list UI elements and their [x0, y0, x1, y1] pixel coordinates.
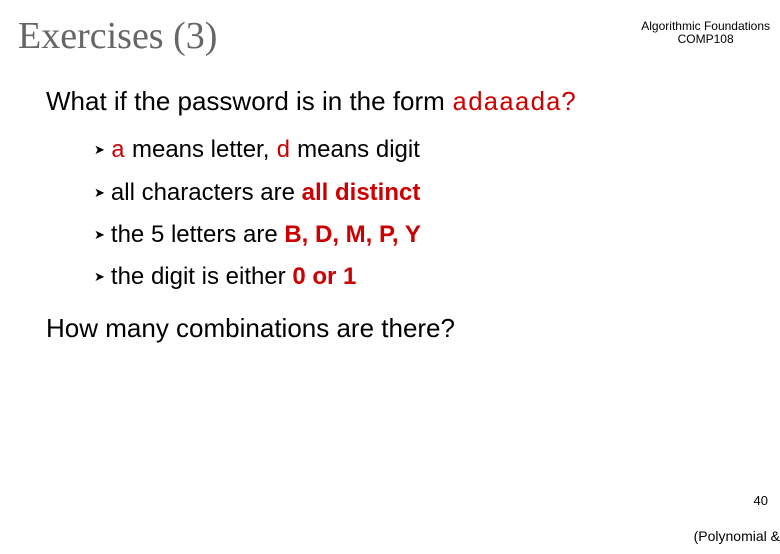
question-final: How many combinations are there? [46, 313, 780, 344]
question-prompt: What if the password is in the form adaa… [46, 86, 780, 118]
bullet-text: the 5 letters are B, D, M, P, Y [111, 221, 421, 249]
bullet-arrow-icon: ➤ [94, 269, 105, 285]
bullet-item: ➤ the 5 letters are B, D, M, P, Y [94, 221, 780, 249]
bullet-arrow-icon: ➤ [94, 142, 105, 158]
page-number: 40 [754, 493, 768, 508]
bullet-text: all characters are all distinct [111, 179, 420, 207]
q1-prefix: What if the password is in the form [46, 86, 452, 116]
bullet-item: ➤ a means letter, d means digit [94, 136, 780, 165]
q1-suffix: ? [561, 86, 575, 116]
bullet-list: ➤ a means letter, d means digit ➤ all chara… [94, 136, 780, 291]
slide-content: What if the password is in the form adaa… [46, 86, 780, 344]
bullet-arrow-icon: ➤ [94, 227, 105, 243]
course-header: Algorithmic Foundations COMP108 [641, 20, 770, 46]
bullet-item: ➤ all characters are all distinct [94, 179, 780, 207]
bullet-arrow-icon: ➤ [94, 185, 105, 201]
course-code: COMP108 [641, 33, 770, 46]
bullet-text: the digit is either 0 or 1 [111, 263, 356, 291]
bullet-text: a means letter, d means digit [111, 136, 420, 165]
q1-pattern: adaaada [452, 88, 561, 118]
bullet-item: ➤ the digit is either 0 or 1 [94, 263, 780, 291]
footer-text: (Polynomial & [694, 528, 780, 544]
